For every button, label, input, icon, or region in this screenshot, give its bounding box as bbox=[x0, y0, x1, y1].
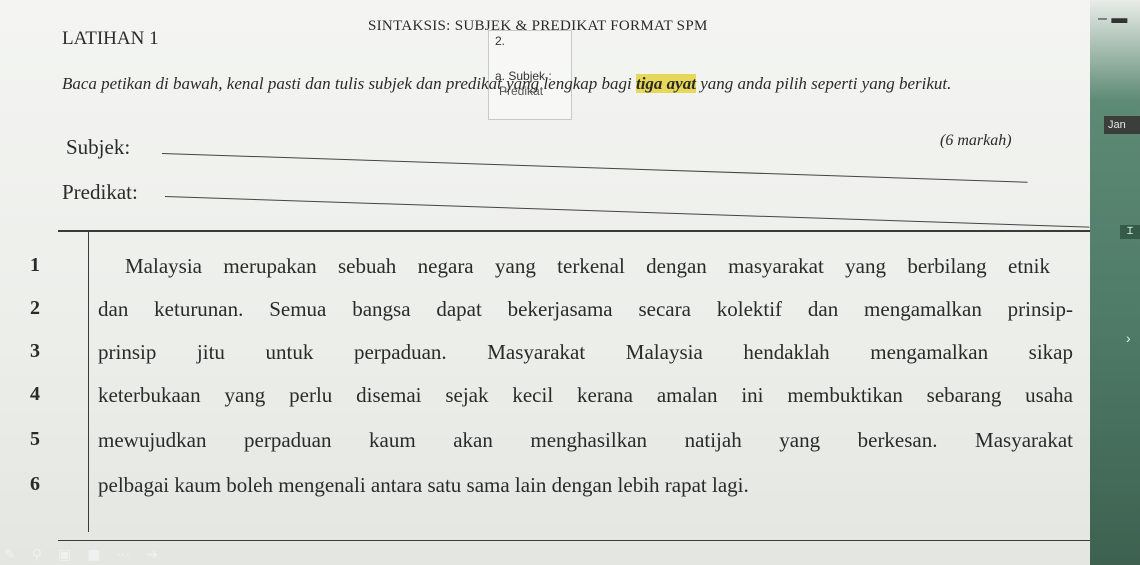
subject-label: Subjek: bbox=[66, 135, 131, 159]
pen-icon[interactable]: ✎ bbox=[4, 547, 16, 563]
search-icon[interactable]: ⚲ bbox=[32, 547, 42, 563]
window-controls[interactable]: – ▬ bbox=[1098, 10, 1127, 28]
passage-text: mewujudkan perpaduan kaum akan menghasil… bbox=[98, 428, 1073, 452]
passage-line: 4 keterbukaan yang perlu disemai sejak ke… bbox=[0, 383, 1100, 423]
passage-line: 1 Malaysia merupakan sebuah negara yang t… bbox=[0, 254, 1100, 294]
passage-text: prinsip jitu untuk perpaduan. Masyarakat… bbox=[98, 340, 1073, 364]
passage-line: 3 prinsip jitu untuk perpaduan. Masyaraka… bbox=[0, 340, 1100, 380]
note-number: 2. bbox=[495, 34, 506, 48]
line-number: 4 bbox=[30, 383, 40, 405]
side-arrow-icon: › bbox=[1126, 330, 1131, 346]
predicate-answer-line[interactable] bbox=[164, 196, 1090, 228]
next-icon[interactable]: ➔ bbox=[146, 547, 158, 563]
camera-icon[interactable]: ■ bbox=[87, 547, 100, 563]
line-number: 5 bbox=[30, 428, 40, 450]
exercise-title: LATIHAN 1 bbox=[62, 28, 159, 49]
predicate-label: Predikat: bbox=[62, 180, 138, 204]
document-page: SINTAKSIS: SUBJEK & PREDIKAT FORMAT SPM … bbox=[0, 0, 1090, 565]
side-badge[interactable]: Jan bbox=[1104, 116, 1140, 134]
passage-text: pelbagai kaum boleh mengenali antara sat… bbox=[98, 473, 749, 497]
annotation-toolbar: ✎ ⚲ ▣ ■ ⋯ ➔ bbox=[0, 545, 184, 565]
passage-text: Malaysia merupakan sebuah negara yang te… bbox=[125, 254, 1050, 278]
marks-label: (6 markah) bbox=[940, 132, 1012, 149]
instruction-text: Baca petikan di bawah, kenal pasti dan t… bbox=[62, 72, 1072, 96]
line-number: 2 bbox=[30, 297, 40, 319]
side-badge-label: Jan bbox=[1108, 119, 1126, 131]
side-panel bbox=[1090, 0, 1140, 565]
instruction-part-1: Baca petikan di bawah, kenal pasti dan t… bbox=[62, 74, 636, 93]
passage-line: 5 mewujudkan perpaduan kaum akan menghasi… bbox=[0, 428, 1100, 468]
cc-icon[interactable]: ▣ bbox=[58, 547, 71, 563]
passage-text: keterbukaan yang perlu disemai sejak kec… bbox=[98, 383, 1073, 407]
more-icon[interactable]: ⋯ bbox=[116, 547, 130, 563]
instruction-highlight: tiga ayat bbox=[635, 74, 696, 93]
side-badge-2[interactable]: Ɪ bbox=[1120, 225, 1140, 239]
line-number: 3 bbox=[30, 340, 40, 362]
passage-text: dan keturunan. Semua bangsa dapat bekerj… bbox=[98, 297, 1073, 321]
instruction-part-2: yang anda pilih seperti yang berikut. bbox=[695, 74, 952, 93]
passage-line: 6 pelbagai kaum boleh mengenali antara sa… bbox=[0, 473, 1100, 513]
line-number: 1 bbox=[30, 254, 40, 276]
subject-answer-line[interactable] bbox=[161, 153, 1028, 183]
line-number: 6 bbox=[30, 473, 40, 495]
passage-line: 2 dan keturunan. Semua bangsa dapat beker… bbox=[0, 297, 1100, 337]
